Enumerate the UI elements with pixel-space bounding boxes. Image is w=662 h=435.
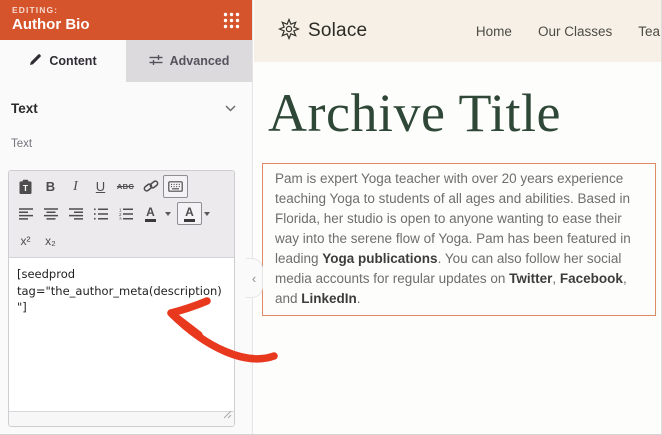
subscript-button[interactable]: x₂	[38, 229, 63, 252]
numbered-list-icon[interactable]: 1 2 3	[113, 202, 138, 225]
sidebar-collapse-button[interactable]: ‹	[246, 258, 263, 298]
nav-item-our-classes[interactable]: Our Classes	[538, 24, 612, 39]
toolbar-row-1: T B I U ABC	[13, 173, 230, 200]
sliders-icon	[149, 54, 163, 69]
bullet-list-icon[interactable]	[88, 202, 113, 225]
rich-text-editor: T B I U ABC	[8, 170, 235, 427]
link-icon[interactable]	[138, 175, 163, 198]
toolbar-row-3: x² x₂	[13, 227, 230, 254]
text-color-dropdown-arrow[interactable]	[165, 212, 171, 216]
keyboard-icon[interactable]	[163, 175, 188, 198]
chevron-down-icon	[225, 99, 236, 117]
bio-link[interactable]: LinkedIn	[301, 291, 357, 306]
background-color-dropdown-arrow[interactable]	[204, 212, 210, 216]
text-field-label: Text	[11, 138, 252, 150]
text-section-title: Text	[11, 101, 38, 116]
widget-title: Author Bio	[12, 16, 240, 33]
author-bio-block-selected[interactable]: Pam is expert Yoga teacher with over 20 …	[262, 163, 656, 316]
background-color-button[interactable]: A	[184, 206, 195, 222]
svg-text:T: T	[23, 183, 29, 193]
live-preview: Solace Home Our Classes Tea Archive Titl…	[254, 0, 662, 435]
bio-link[interactable]: Twitter	[509, 271, 552, 286]
paste-as-text-button[interactable]: T	[13, 175, 38, 198]
archive-title-heading: Archive Title	[268, 86, 662, 140]
flower-logo-icon	[278, 18, 300, 45]
italic-button[interactable]: I	[63, 175, 88, 198]
site-logo-text: Solace	[308, 20, 367, 42]
widget-header: EDITING: Author Bio	[0, 0, 252, 40]
align-right-icon[interactable]	[63, 202, 88, 225]
svg-text:3: 3	[119, 216, 122, 219]
bio-text: .	[357, 291, 361, 306]
panel-tabs: Content Advanced	[0, 40, 252, 82]
bold-button[interactable]: B	[38, 175, 63, 198]
pencil-icon	[29, 53, 42, 69]
editor-statusbar	[9, 411, 234, 426]
page-builder-app: EDITING: Author Bio Co	[0, 0, 662, 435]
settings-sidebar: EDITING: Author Bio Co	[0, 0, 253, 435]
text-color-button[interactable]: A	[145, 206, 156, 222]
tab-content-label: Content	[49, 54, 96, 68]
toolbar-row-2: 1 2 3 A A	[13, 200, 230, 227]
strikethrough-button[interactable]: ABC	[113, 175, 138, 198]
tab-content[interactable]: Content	[0, 40, 126, 82]
align-center-icon[interactable]	[38, 202, 63, 225]
bio-link[interactable]: Facebook	[560, 271, 623, 286]
resize-grip-icon[interactable]	[223, 406, 232, 424]
drag-handle-grid-icon[interactable]	[223, 12, 240, 34]
editor-toolbar: T B I U ABC	[9, 171, 234, 258]
text-section-header[interactable]: Text	[0, 82, 252, 117]
chevron-left-icon: ‹	[252, 271, 256, 286]
site-nav: Home Our Classes Tea	[476, 24, 660, 39]
bio-link[interactable]: Yoga publications	[322, 251, 437, 266]
underline-button[interactable]: U	[88, 175, 113, 198]
text-editor-area[interactable]: [seedprod tag="the_author_meta(descripti…	[9, 258, 234, 411]
superscript-button[interactable]: x²	[13, 229, 38, 252]
nav-item-teachers-truncated[interactable]: Tea	[638, 24, 660, 39]
tab-advanced[interactable]: Advanced	[126, 40, 252, 82]
site-logo[interactable]: Solace	[278, 18, 367, 45]
bio-text: ,	[552, 271, 560, 286]
nav-item-home[interactable]: Home	[476, 24, 512, 39]
align-left-icon[interactable]	[13, 202, 38, 225]
tab-advanced-label: Advanced	[170, 54, 230, 68]
preview-body: Archive Title Pam is expert Yoga teacher…	[254, 62, 662, 316]
site-header: Solace Home Our Classes Tea	[254, 0, 662, 62]
editing-label: EDITING:	[12, 5, 240, 15]
